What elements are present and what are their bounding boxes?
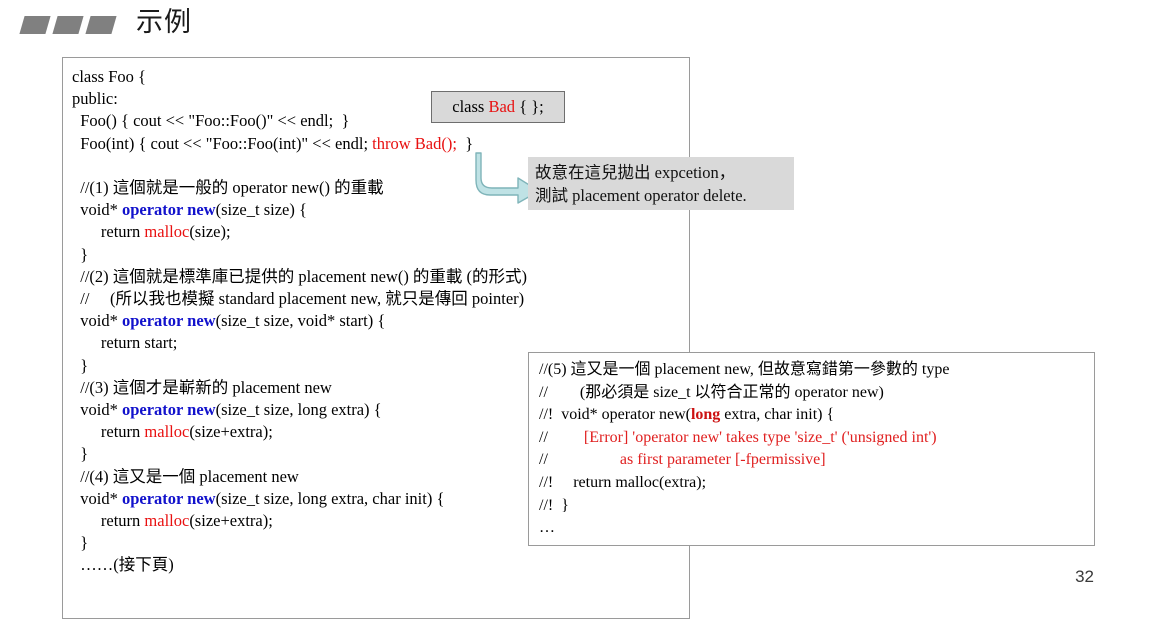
note-code-line-4: // [Error] 'operator new' takes type 'si…: [539, 428, 937, 446]
code-line-11: // (所以我也模擬 standard placement new, 就只是傳回…: [72, 289, 525, 309]
note-code-line-7: //! }: [539, 496, 569, 514]
code-line-12: void* operator new(size_t size, void* st…: [72, 311, 386, 331]
code-line-8: return malloc(size);: [72, 222, 231, 242]
page-title-label: 示例: [136, 7, 192, 38]
class-bad-callout-text: class Bad { };: [452, 96, 544, 116]
throw-note-line-1: 故意在這兒拋出 expcetion，: [535, 163, 736, 182]
note-code-line-3: //! void* operator new(long extra, char …: [539, 406, 835, 424]
note-code-line-1: //(5) 這又是一個 placement new, 但故意寫錯第一參數的 ty…: [539, 361, 950, 378]
note-code-line-2: // (那必須是 size_t 以符合正常的 operator new): [539, 383, 884, 401]
note-code-line-6: //! return malloc(extra);: [539, 473, 707, 491]
code-line-4: Foo(int) { cout << "Foo::Foo(int)" << en…: [72, 133, 474, 153]
note-code-line-8: …: [539, 519, 555, 537]
bullet-square-icon: [85, 16, 117, 34]
title-bullet-group: [19, 16, 117, 34]
code-line-23: ……(接下頁): [72, 555, 174, 575]
page-number: 32: [1075, 567, 1094, 586]
code-line-10: //(2) 這個就是標準庫已提供的 placement new() 的重載 (的…: [72, 266, 528, 286]
code-line-2: public:: [72, 89, 118, 109]
bullet-square-icon: [52, 16, 84, 34]
code-line-9: }: [72, 244, 89, 264]
class-bad-callout: class Bad { };: [431, 91, 565, 123]
code-line-3: Foo() { cout << "Foo::Foo()" << endl; }: [72, 111, 350, 131]
note-code-line-5: // as first parameter [-fpermissive]: [539, 451, 826, 469]
secondary-code-block: //(5) 這又是一個 placement new, 但故意寫錯第一參數的 ty…: [528, 352, 1095, 546]
code-line-1: class Foo {: [72, 67, 146, 86]
throw-note-line-2: 測試 placement operator delete.: [535, 186, 747, 205]
throw-annotation-note: 故意在這兒拋出 expcetion， 測試 placement operator…: [528, 157, 794, 210]
bullet-square-icon: [19, 16, 51, 34]
page-title: 示例: [19, 7, 192, 38]
